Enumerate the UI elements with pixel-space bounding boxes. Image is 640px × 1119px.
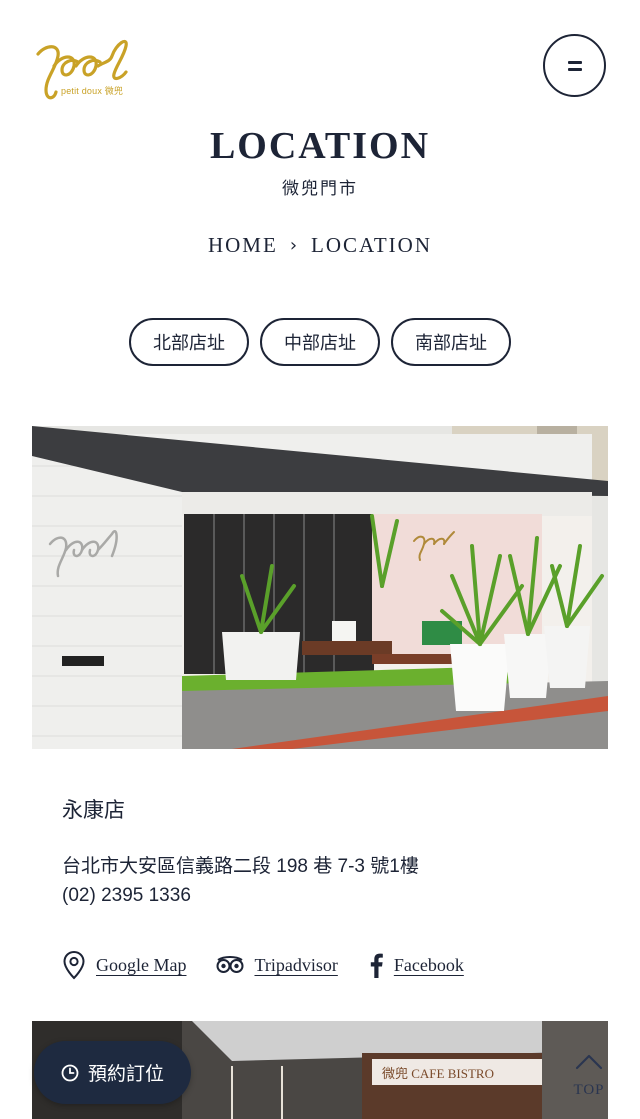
region-north-button[interactable]: 北部店址 [129, 318, 249, 366]
breadcrumb-home[interactable]: HOME [208, 233, 278, 258]
chevron-right-icon: › [289, 235, 300, 256]
breadcrumb: HOME › LOCATION [0, 233, 640, 258]
hamburger-icon [567, 60, 582, 71]
store-name: 永康店 [62, 799, 125, 822]
facebook-icon [370, 953, 383, 978]
region-central-button[interactable]: 中部店址 [260, 318, 380, 366]
store-links: Google Map Tripadvisor Facebook [62, 950, 494, 980]
chevron-up-icon [575, 1054, 603, 1070]
page-title: LOCATION [209, 125, 431, 167]
store-address: 台北市大安區信義路二段 198 巷 7-3 號1樓 [62, 856, 419, 877]
back-to-top-button[interactable]: TOP [566, 1046, 612, 1102]
clock-icon [61, 1064, 79, 1081]
store-photo [32, 426, 608, 749]
reservation-button[interactable]: 預約訂位 [34, 1041, 191, 1104]
breadcrumb-current: LOCATION [311, 233, 433, 257]
google-map-link[interactable]: Google Map [62, 950, 186, 980]
back-to-top-label: TOP [573, 1082, 605, 1098]
page-subtitle: 微兜門市 [282, 179, 358, 198]
cafe-sign-text: 微兜 CAFE BISTRO [382, 1066, 494, 1081]
reservation-label: 預約訂位 [87, 1064, 164, 1085]
region-tabs: 北部店址 中部店址 南部店址 [0, 318, 640, 366]
facebook-label: Facebook [393, 954, 464, 975]
store-phone[interactable]: (02) 2395 1336 [62, 885, 191, 907]
map-pin-icon [63, 950, 85, 980]
brand-tagline: petit doux 微兜 [61, 86, 124, 96]
tripadvisor-icon [216, 956, 244, 973]
region-south-button[interactable]: 南部店址 [391, 318, 511, 366]
tripadvisor-link[interactable]: Tripadvisor [216, 954, 338, 976]
tripadvisor-label: Tripadvisor [254, 954, 338, 975]
menu-button[interactable] [543, 34, 606, 97]
facebook-link[interactable]: Facebook [368, 952, 464, 978]
google-map-label: Google Map [96, 954, 187, 975]
